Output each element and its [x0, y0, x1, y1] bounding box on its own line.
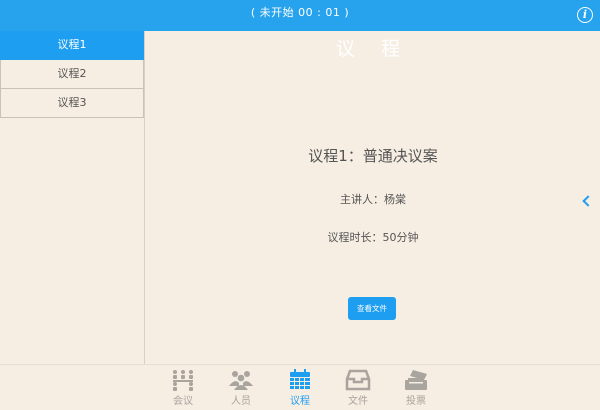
agenda-detail: 议程1：普通决议案 主讲人：杨棠 议程时长：50分钟 查看文件	[146, 31, 600, 364]
header-title-group: 议 程( 未开始 00 : 01 )	[0, 3, 600, 60]
calendar-icon	[290, 369, 310, 389]
bottom-nav: 会议 人员 议程 文件 投票	[0, 364, 600, 410]
nav-label: 人员	[231, 396, 251, 407]
sidebar-item-agenda-3[interactable]: 议程3	[0, 89, 144, 118]
nav-item-files[interactable]: 文件	[338, 369, 378, 409]
duration-text: 议程时长：50分钟	[327, 231, 419, 244]
meeting-icon	[173, 370, 193, 391]
sidebar-item-agenda-2[interactable]: 议程2	[0, 60, 144, 89]
sidebar-item-label: 议程1	[57, 38, 87, 51]
app-header: 议 程( 未开始 00 : 01 ) i	[0, 0, 600, 60]
nav-label: 文件	[348, 396, 368, 407]
nav-item-vote[interactable]: 投票	[396, 369, 436, 409]
nav-label: 投票	[406, 396, 426, 407]
nav-label: 会议	[173, 396, 193, 407]
inbox-icon	[345, 369, 371, 391]
view-file-button[interactable]: 查看文件	[348, 297, 396, 320]
meeting-status: ( 未开始 00 : 01 )	[250, 6, 350, 19]
people-icon	[229, 371, 253, 390]
info-icon[interactable]: i	[577, 7, 593, 23]
agenda-title: 议程1：普通决议案	[308, 147, 438, 165]
nav-item-meeting[interactable]: 会议	[163, 369, 203, 409]
nav-item-agenda[interactable]: 议程	[280, 369, 320, 409]
nav-item-people[interactable]: 人员	[221, 369, 261, 409]
agenda-sidebar: 议程1 议程2 议程3	[0, 31, 145, 364]
sidebar-item-label: 议程3	[57, 96, 87, 109]
presenter-text: 主讲人：杨棠	[340, 193, 406, 206]
vote-icon	[405, 370, 427, 390]
sidebar-item-label: 议程2	[57, 67, 87, 80]
sidebar-item-agenda-1[interactable]: 议程1	[0, 31, 144, 60]
nav-label: 议程	[290, 396, 310, 407]
